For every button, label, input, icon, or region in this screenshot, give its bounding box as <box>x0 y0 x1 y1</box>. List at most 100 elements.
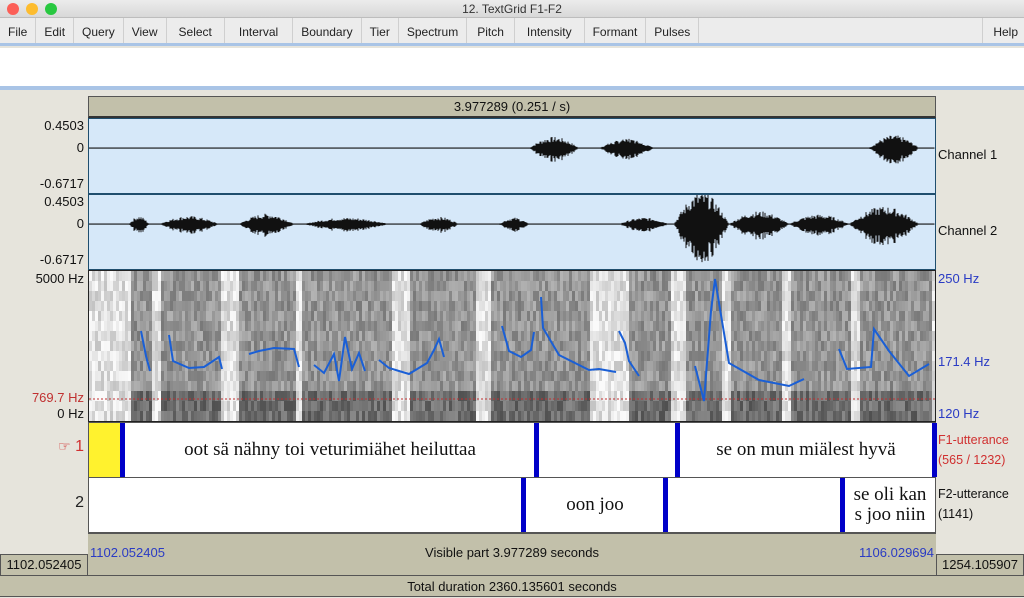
spectrogram-cell <box>164 381 167 391</box>
tier-1-number[interactable]: ☞ 1 <box>0 438 84 456</box>
spectrogram-cell <box>569 301 572 311</box>
spectrogram-cell <box>254 381 257 391</box>
spectrogram-cell <box>659 351 662 361</box>
spectrogram-cell <box>359 411 362 421</box>
menu-view[interactable]: View <box>124 18 167 43</box>
spectrogram[interactable] <box>88 270 936 422</box>
menu-spacer <box>699 18 984 43</box>
spectrogram-cell <box>254 341 257 351</box>
spectrogram-cell <box>524 361 527 371</box>
spectrogram-cell <box>278 411 281 421</box>
menu-interval[interactable]: Interval <box>225 18 294 43</box>
spectrogram-cell <box>107 321 110 331</box>
spectrogram-cell <box>170 291 173 301</box>
spectrogram-cell <box>224 371 227 381</box>
spectrogram-cell <box>626 281 629 291</box>
menu-select[interactable]: Select <box>167 18 225 43</box>
tier-2[interactable]: oon joo se oli kan s joo niin <box>88 477 936 533</box>
spectrogram-cell <box>473 361 476 371</box>
spectrogram-cell <box>893 331 896 341</box>
interval-text-field[interactable] <box>0 48 1024 90</box>
menu-edit[interactable]: Edit <box>36 18 75 43</box>
spectrogram-cell <box>818 271 821 281</box>
spectrogram-cell <box>629 321 632 331</box>
menu-pulses[interactable]: Pulses <box>646 18 700 43</box>
channel-1-waveform[interactable] <box>88 118 936 194</box>
menu-help[interactable]: Help <box>983 18 1024 43</box>
close-window-button[interactable] <box>7 3 19 15</box>
visible-part-label: Visible part 3.977289 seconds <box>425 545 599 560</box>
spectrogram-cell <box>740 371 743 381</box>
spectrogram-cell <box>884 311 887 321</box>
tier-1-interval-text[interactable]: oot sä nähny toi veturimiähet heiluttaa <box>125 423 535 477</box>
spectrogram-cell <box>188 381 191 391</box>
spectrogram-cell <box>863 361 866 371</box>
spectrogram-cell <box>101 321 104 331</box>
spectrogram-cell <box>176 281 179 291</box>
zoom-window-button[interactable] <box>45 3 57 15</box>
tier-1-selected-interval[interactable] <box>89 423 120 477</box>
spectrogram-cell <box>797 271 800 281</box>
spectrogram-cell <box>842 271 845 281</box>
tier-2-number[interactable]: 2 <box>0 494 84 512</box>
spectrogram-cell <box>809 371 812 381</box>
menu-query[interactable]: Query <box>74 18 124 43</box>
menu-tier[interactable]: Tier <box>362 18 399 43</box>
menu-pitch[interactable]: Pitch <box>467 18 515 43</box>
spectrogram-cell <box>563 401 566 411</box>
menu-spectrum[interactable]: Spectrum <box>399 18 468 43</box>
right-edge-time[interactable]: 1254.105907 <box>936 554 1024 575</box>
spectrogram-cell <box>563 351 566 361</box>
spectrogram-cell <box>434 371 437 381</box>
selection-duration-bar[interactable]: 3.977289 (0.251 / s) <box>88 96 936 118</box>
spectrogram-cell <box>737 291 740 301</box>
spectrogram-cell <box>182 271 185 281</box>
spectrogram-cell <box>767 291 770 301</box>
minimize-window-button[interactable] <box>26 3 38 15</box>
tier-1-boundary[interactable] <box>534 423 539 477</box>
spectrogram-cell <box>380 331 383 341</box>
spectrogram-cell <box>518 281 521 291</box>
tier-1-boundary[interactable] <box>932 423 937 477</box>
spectrogram-cell <box>101 361 104 371</box>
spectrogram-cell <box>866 411 869 421</box>
tier-2-boundary[interactable] <box>663 478 668 532</box>
tier-2-interval-text[interactable]: se oli kan s joo niin <box>846 478 934 532</box>
menu-intensity[interactable]: Intensity <box>515 18 585 43</box>
spectrogram-cell <box>203 301 206 311</box>
spectrogram-cell <box>599 271 602 281</box>
spectrogram-cell <box>221 381 224 391</box>
spectrogram-cell <box>701 281 704 291</box>
tier-1[interactable]: oot sä nähny toi veturimiähet heiluttaa … <box>88 422 937 478</box>
spectrogram-cell <box>179 311 182 321</box>
total-duration-bar[interactable]: Total duration 2360.135601 seconds <box>0 575 1024 597</box>
left-edge-time[interactable]: 1102.052405 <box>0 554 88 575</box>
spectrogram-cell <box>209 321 212 331</box>
spectrogram-cell <box>92 281 95 291</box>
tier-2-interval-text[interactable]: oon joo <box>526 478 664 532</box>
spectrogram-cell <box>776 291 779 301</box>
spectrogram-cell <box>335 401 338 411</box>
tier-2-boundary[interactable] <box>840 478 845 532</box>
spectrogram-cell <box>824 301 827 311</box>
spectrogram-cell <box>410 351 413 361</box>
spectrogram-cell <box>845 321 848 331</box>
menu-file[interactable]: File <box>0 18 37 43</box>
visible-part-bar[interactable]: 1102.052405 Visible part 3.977289 second… <box>88 533 936 575</box>
spectrogram-cell <box>725 301 728 311</box>
channel-2-waveform[interactable] <box>88 193 936 270</box>
spectrogram-cell <box>92 351 95 361</box>
spectrogram-cell <box>296 281 299 291</box>
spectrogram-cell <box>785 301 788 311</box>
spectrogram-cell <box>218 281 221 291</box>
spectrogram-cell <box>506 361 509 371</box>
menu-boundary[interactable]: Boundary <box>293 18 362 43</box>
spectrogram-cell <box>89 271 92 281</box>
tier-1-interval-text[interactable]: se on mun miälest hyvä <box>680 423 932 477</box>
spectrogram-cell <box>767 351 770 361</box>
menu-formant[interactable]: Formant <box>585 18 647 43</box>
spectrogram-cell <box>422 311 425 321</box>
spectrogram-cell <box>680 281 683 291</box>
spectrogram-cell <box>413 321 416 331</box>
spectrogram-cell <box>293 411 296 421</box>
